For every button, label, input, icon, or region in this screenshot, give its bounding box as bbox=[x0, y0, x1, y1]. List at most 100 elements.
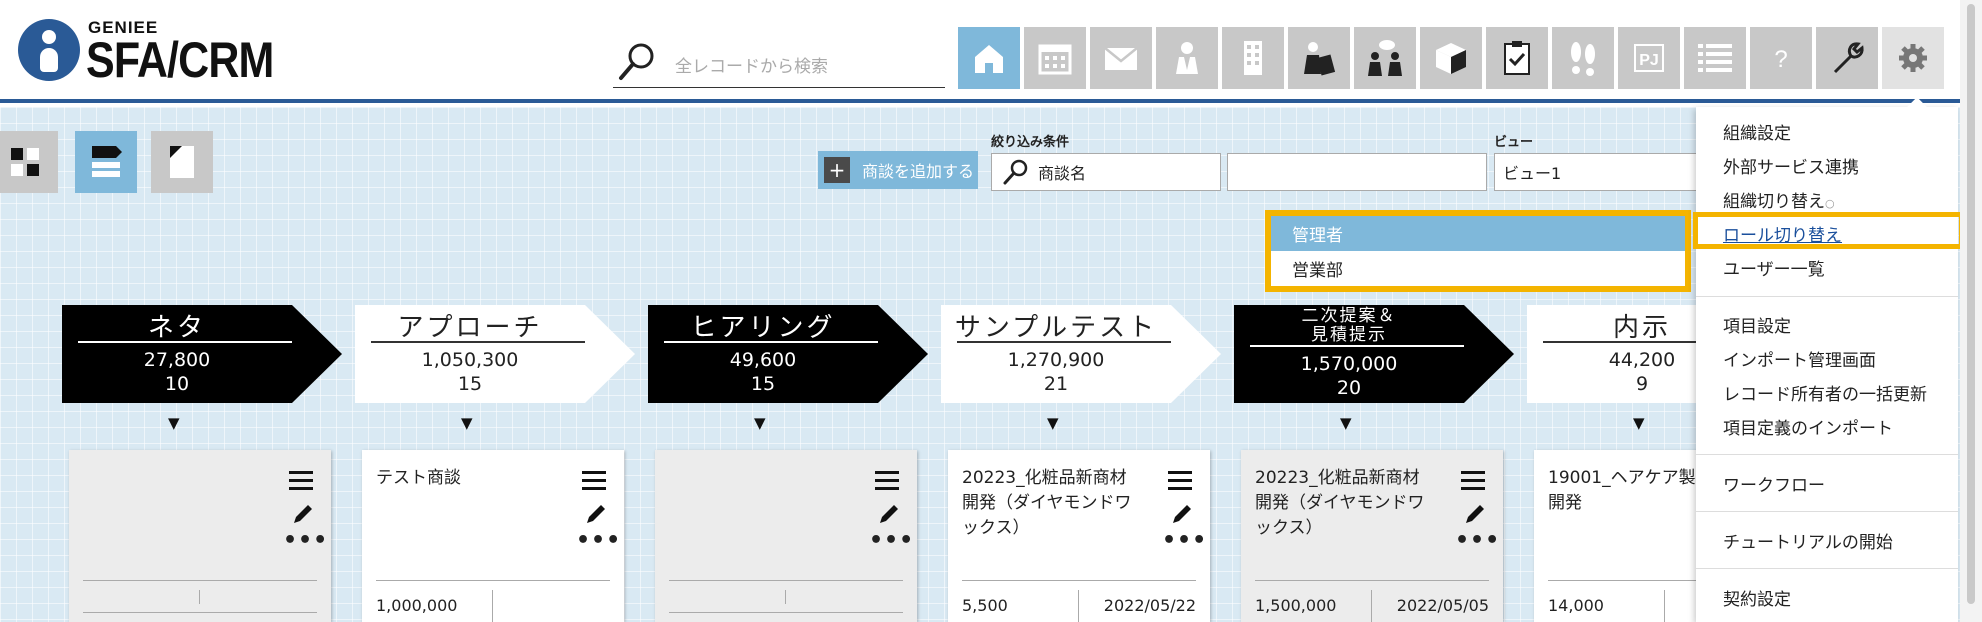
nav-tools-button[interactable] bbox=[1816, 27, 1878, 89]
meeting-icon bbox=[1368, 40, 1402, 76]
stage-count: 10 bbox=[164, 373, 190, 395]
deal-card-date: 2022/05/05 bbox=[1396, 596, 1489, 615]
task-clipboard-icon bbox=[1504, 41, 1530, 75]
menu-bulk-owner-update[interactable]: レコード所有者の一括更新 bbox=[1723, 380, 1927, 405]
more-options-icon[interactable]: ••• bbox=[1162, 530, 1207, 552]
search-icon bbox=[619, 43, 654, 80]
list-icon bbox=[1698, 44, 1732, 72]
building-icon bbox=[1244, 41, 1262, 75]
menu-org-settings[interactable]: 組織設定 bbox=[1723, 119, 1791, 144]
filter-field-value: 商談名 bbox=[1038, 164, 1087, 183]
calendar-icon bbox=[1038, 44, 1072, 75]
view-select-value: ビュー1 bbox=[1503, 164, 1562, 183]
stage-name: ヒアリング bbox=[690, 313, 836, 343]
add-deal-button[interactable]: + 商談を追加する bbox=[818, 151, 978, 189]
deal-card-amount: 14,000 bbox=[1548, 596, 1604, 615]
deal-card[interactable]: テスト商談 ••• 1,000,000 bbox=[362, 450, 624, 622]
filter-value-input[interactable] bbox=[1227, 153, 1487, 191]
stage-name: アプローチ bbox=[397, 313, 543, 343]
deal-card[interactable]: ••• bbox=[655, 450, 917, 622]
nav-settings-button[interactable] bbox=[1882, 27, 1944, 89]
hamburger-menu-icon[interactable] bbox=[875, 470, 899, 492]
stage-approach[interactable]: アプローチ 1,050,300 15 bbox=[355, 305, 639, 403]
scrollbar-thumb[interactable] bbox=[1967, 4, 1975, 604]
menu-field-definition-import[interactable]: 項目定義のインポート bbox=[1723, 414, 1893, 439]
edit-pencil-icon[interactable] bbox=[584, 502, 608, 526]
collapse-triangle-icon[interactable]: ▼ bbox=[461, 414, 473, 432]
menu-tutorial[interactable]: チュートリアルの開始 bbox=[1723, 528, 1893, 553]
search-input[interactable]: 全レコードから検索 bbox=[675, 52, 828, 77]
nav-mail-button[interactable] bbox=[1090, 27, 1152, 89]
role-dropdown-highlight bbox=[1265, 210, 1691, 292]
stage-neta[interactable]: ネタ 27,800 10 bbox=[62, 305, 346, 403]
product-box-icon bbox=[1436, 43, 1466, 74]
more-options-icon[interactable]: ••• bbox=[1455, 530, 1500, 552]
module-icon-bar: PJ ? bbox=[958, 27, 1944, 89]
wrench-icon bbox=[1833, 42, 1864, 74]
deal-card-date: 2022/05/22 bbox=[1103, 596, 1196, 615]
grid-view-icon bbox=[11, 148, 39, 176]
view-select[interactable]: ビュー1 bbox=[1494, 153, 1704, 191]
nav-project-button[interactable]: PJ bbox=[1618, 27, 1680, 89]
view-detail-button[interactable] bbox=[151, 131, 213, 193]
menu-contract-settings[interactable]: 契約設定 bbox=[1723, 585, 1791, 610]
hamburger-menu-icon[interactable] bbox=[289, 470, 313, 492]
nav-home-button[interactable] bbox=[958, 27, 1020, 89]
edit-pencil-icon[interactable] bbox=[877, 502, 901, 526]
deal-card[interactable]: 20223_化粧品新商材開発（ダイヤモンドワックス） ••• 5,500 202… bbox=[948, 450, 1210, 622]
more-options-icon[interactable]: ••• bbox=[869, 530, 914, 552]
stage-hearing[interactable]: ヒアリング 49,600 15 bbox=[648, 305, 932, 403]
page-scrollbar[interactable] bbox=[1960, 0, 1982, 622]
collapse-triangle-icon[interactable]: ▼ bbox=[754, 414, 766, 432]
nav-calendar-button[interactable] bbox=[1024, 27, 1086, 89]
nav-product-button[interactable] bbox=[1420, 27, 1482, 89]
nav-help-button[interactable]: ? bbox=[1750, 27, 1812, 89]
menu-switch-org[interactable]: 組織切り替え○ bbox=[1723, 187, 1835, 212]
stage-sample-test[interactable]: サンプルテスト 1,270,900 21 bbox=[941, 305, 1225, 403]
more-options-icon[interactable]: ••• bbox=[283, 530, 328, 552]
nav-deal-button[interactable] bbox=[1288, 27, 1350, 89]
stage-count: 21 bbox=[1043, 373, 1069, 395]
collapse-triangle-icon[interactable]: ▼ bbox=[1340, 414, 1352, 432]
nav-company-button[interactable] bbox=[1222, 27, 1284, 89]
filter-field-select[interactable]: 商談名 bbox=[991, 153, 1221, 191]
stage-amount: 1,270,900 bbox=[1007, 349, 1105, 371]
nav-activity-button[interactable] bbox=[1552, 27, 1614, 89]
stage-second-proposal[interactable]: 二次提案＆ 見積提示 1,570,000 20 bbox=[1234, 305, 1518, 403]
stage-amount: 49,600 bbox=[729, 349, 797, 371]
menu-field-settings[interactable]: 項目設定 bbox=[1723, 312, 1791, 337]
nav-list-button[interactable] bbox=[1684, 27, 1746, 89]
edit-pencil-icon[interactable] bbox=[1170, 502, 1194, 526]
hamburger-menu-icon[interactable] bbox=[1168, 470, 1192, 492]
global-search[interactable]: 全レコードから検索 bbox=[613, 38, 945, 88]
stage-name: ネタ bbox=[147, 313, 206, 343]
mail-icon bbox=[1104, 47, 1138, 70]
collapse-triangle-icon[interactable]: ▼ bbox=[1633, 414, 1645, 432]
edit-pencil-icon[interactable] bbox=[1463, 502, 1487, 526]
filter-label: 絞り込み条件 bbox=[991, 135, 1070, 150]
edit-pencil-icon[interactable] bbox=[291, 502, 315, 526]
settings-menu: 組織設定 外部サービス連携 組織切り替え○ ロール切り替え ユーザー一覧 項目設… bbox=[1696, 97, 1958, 622]
hamburger-menu-icon[interactable] bbox=[1461, 470, 1485, 492]
menu-import-manager[interactable]: インポート管理画面 bbox=[1723, 346, 1876, 371]
deal-card-amount: 1,500,000 bbox=[1255, 596, 1337, 615]
view-grid-button[interactable] bbox=[0, 131, 58, 193]
more-options-icon[interactable]: ••• bbox=[576, 530, 621, 552]
menu-workflow[interactable]: ワークフロー bbox=[1723, 471, 1825, 496]
nav-meeting-button[interactable] bbox=[1354, 27, 1416, 89]
collapse-triangle-icon[interactable]: ▼ bbox=[1047, 414, 1059, 432]
collapse-triangle-icon[interactable]: ▼ bbox=[168, 414, 180, 432]
view-kanban-button[interactable] bbox=[75, 131, 137, 193]
gear-icon bbox=[1899, 44, 1927, 72]
menu-external-services[interactable]: 外部サービス連携 bbox=[1723, 153, 1859, 178]
menu-user-list[interactable]: ユーザー一覧 bbox=[1723, 255, 1825, 280]
stage-amount: 27,800 bbox=[143, 349, 211, 371]
nav-task-button[interactable] bbox=[1486, 27, 1548, 89]
deal-card[interactable]: 20223_化粧品新商材開発（ダイヤモンドワックス） ••• 1,500,000… bbox=[1241, 450, 1503, 622]
hamburger-menu-icon[interactable] bbox=[582, 470, 606, 492]
footprint-icon bbox=[1571, 42, 1595, 76]
deal-card-title: 20223_化粧品新商材開発（ダイヤモンドワックス） bbox=[962, 468, 1132, 538]
deal-card[interactable]: ••• bbox=[69, 450, 331, 622]
geniee-logo-icon[interactable] bbox=[18, 19, 80, 81]
nav-contact-button[interactable] bbox=[1156, 27, 1218, 89]
